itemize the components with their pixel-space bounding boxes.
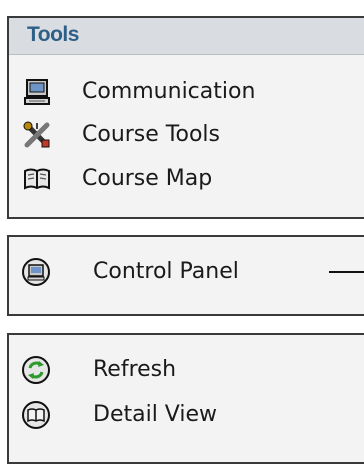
tools-panel-title: Tools	[27, 23, 79, 46]
menu-item-refresh[interactable]: Refresh	[9, 350, 364, 390]
menu-item-refresh-label: Refresh	[93, 357, 177, 382]
control-panel-section: Control Panel	[7, 235, 364, 316]
menu-item-detail-view[interactable]: Detail View	[9, 395, 364, 435]
tools-icon	[23, 121, 50, 148]
menu-item-control-panel-label: Control Panel	[93, 259, 239, 284]
menu-item-course-tools[interactable]: Course Tools	[9, 115, 364, 155]
menu-item-course-map[interactable]: Course Map	[9, 159, 364, 199]
tools-panel: Tools Communication Course Tools Course …	[7, 16, 364, 219]
menu-item-communication[interactable]: Communication	[9, 72, 364, 112]
tools-panel-header: Tools	[9, 18, 364, 55]
menu-item-detail-view-label: Detail View	[93, 402, 218, 427]
menu-item-communication-label: Communication	[82, 79, 256, 104]
view-options-panel: Refresh Detail View	[7, 333, 364, 464]
refresh-icon	[22, 356, 50, 384]
monitor-icon	[24, 79, 50, 105]
connector-line	[329, 271, 364, 273]
menu-item-course-tools-label: Course Tools	[82, 122, 220, 147]
menu-item-control-panel[interactable]: Control Panel	[9, 252, 364, 292]
menu-item-course-map-label: Course Map	[82, 166, 213, 191]
detail-view-icon	[22, 401, 50, 429]
control-panel-icon	[22, 258, 50, 286]
book-icon	[24, 168, 50, 190]
